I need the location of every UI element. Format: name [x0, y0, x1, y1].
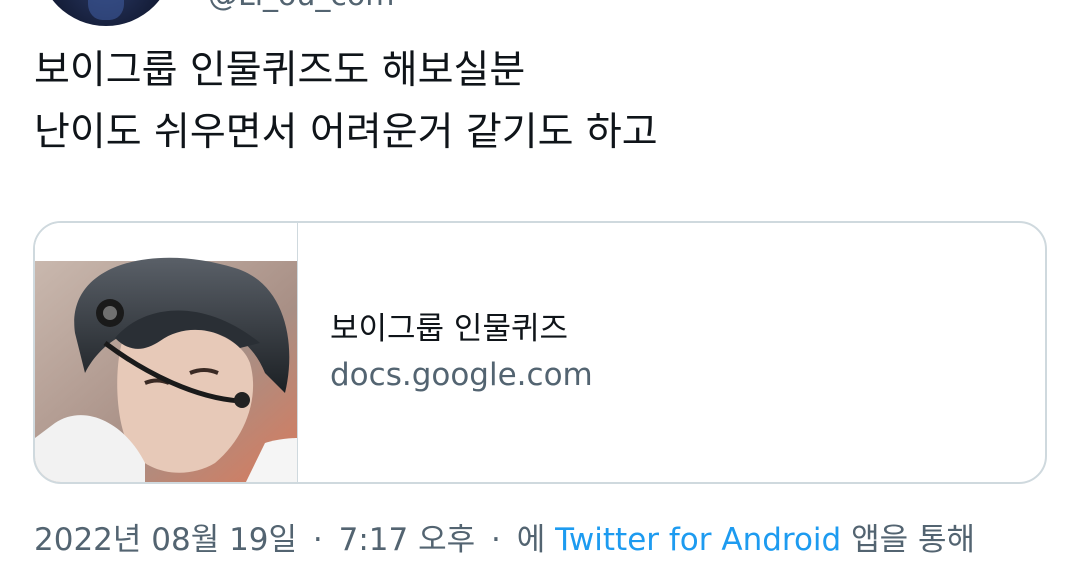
tweet-text: 보이그룹 인물퀴즈도 해보실분 난이도 쉬우면서 어려운거 같기도 하고 — [34, 40, 1044, 164]
meta-separator: · — [312, 522, 323, 558]
user-handle[interactable]: @Li_ou_com — [208, 0, 395, 13]
source-prefix: 에 — [516, 522, 546, 558]
tweet-text-line: 보이그룹 인물퀴즈도 해보실분 — [34, 48, 526, 93]
tweet-text-line: 난이도 쉬우면서 어려운거 같기도 하고 — [34, 110, 658, 155]
meta-separator: · — [491, 522, 501, 558]
source-suffix: 앱을 통해 — [851, 522, 976, 558]
avatar[interactable] — [38, 0, 174, 26]
tweet-meta: 2022년 08월 19일 · 7:17 오후 · 에 Twitter for … — [34, 518, 975, 562]
person-photo-icon — [35, 223, 297, 482]
source-link[interactable]: Twitter for Android — [555, 522, 841, 558]
card-title: 보이그룹 인물퀴즈 — [330, 311, 569, 347]
card-thumbnail — [35, 223, 298, 482]
link-preview-card[interactable]: 보이그룹 인물퀴즈 docs.google.com — [33, 221, 1047, 484]
card-info: 보이그룹 인물퀴즈 docs.google.com — [330, 309, 593, 399]
tweet-date[interactable]: 2022년 08월 19일 — [34, 522, 297, 558]
tweet-time[interactable]: 7:17 오후 — [339, 522, 476, 558]
card-domain: docs.google.com — [330, 357, 593, 393]
